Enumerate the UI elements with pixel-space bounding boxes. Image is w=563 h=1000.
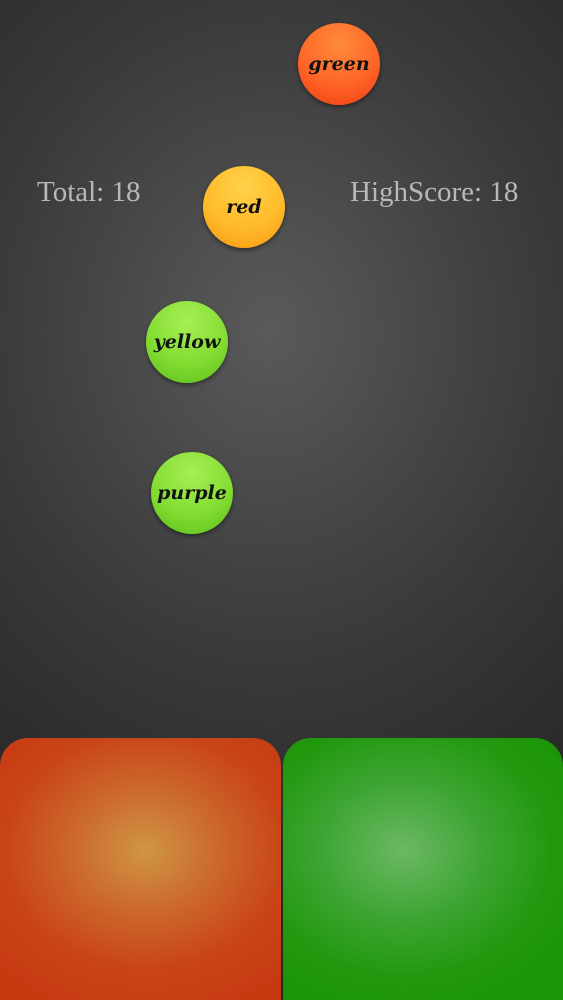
green-answer-button[interactable]: [283, 738, 563, 1000]
ball-label: red: [226, 196, 262, 218]
high-score: HighScore: 18: [350, 176, 519, 208]
falling-ball[interactable]: purple: [151, 452, 233, 534]
falling-ball[interactable]: green: [298, 23, 380, 105]
ball-label: purple: [157, 482, 227, 504]
ball-label: green: [308, 53, 370, 75]
red-answer-button[interactable]: [0, 738, 281, 1000]
total-score: Total: 18: [37, 176, 141, 208]
falling-ball[interactable]: red: [203, 166, 285, 248]
falling-ball[interactable]: yellow: [146, 301, 228, 383]
ball-label: yellow: [153, 331, 221, 353]
